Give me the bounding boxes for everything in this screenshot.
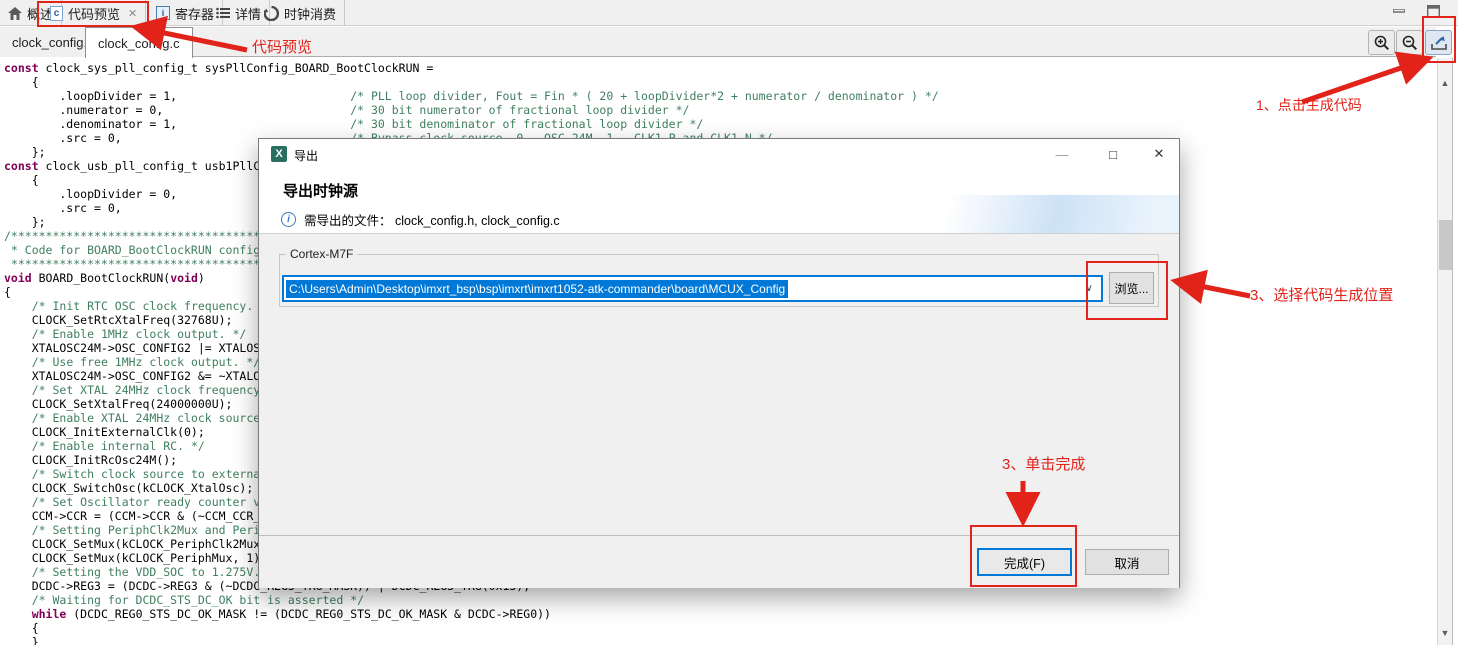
tab-code-preview[interactable]: c 代码预览 ✕ [42,0,146,26]
dialog-footer: 完成(F) 取消 [259,535,1179,588]
home-icon [8,7,22,20]
browse-button[interactable]: 浏览... [1109,272,1154,304]
dialog-app-icon: X [271,146,287,162]
file-tab-clock-config-c[interactable]: clock_config.c [85,27,193,58]
group-label: Cortex-M7F [286,247,357,261]
dialog-titlebar[interactable]: X 导出 — □ ✕ [259,139,1179,169]
c-file-icon: c [50,6,63,21]
view-maximize-icon[interactable] [1424,3,1442,19]
header-decoration [869,195,1179,234]
dialog-title: 导出 [294,147,318,164]
zoom-in-icon [1374,35,1390,51]
output-path-value: C:\Users\Admin\Desktop\imxrt_bsp\bsp\imx… [286,280,788,298]
dialog-maximize-button[interactable]: □ [1097,143,1129,165]
dialog-wizard-header: 导出时钟源 i 需导出的文件： clock_config.h, clock_co… [259,169,1179,234]
vertical-scrollbar[interactable]: ▲ ▼ [1437,58,1453,645]
dialog-close-button[interactable]: ✕ [1143,143,1175,165]
view-minimize-icon[interactable] [1390,3,1408,19]
file-tab-label: clock_config.h [12,35,94,50]
app-window: 概述 c 代码预览 ✕ i 寄存器 详情 时钟消费 [0,0,1458,645]
scrollbar-thumb[interactable] [1439,220,1452,270]
export-dialog: X 导出 — □ ✕ 导出时钟源 i 需导出的文件： clock_config.… [258,138,1180,588]
registers-icon: i [156,6,170,20]
scroll-down-icon[interactable]: ▼ [1438,626,1452,640]
tab-clock-consumers-label: 时钟消费 [284,4,336,23]
tab-clock-consumers[interactable]: 时钟消费 [256,0,345,26]
view-tab-toolbar: 概述 c 代码预览 ✕ i 寄存器 详情 时钟消费 [0,0,1458,26]
zoom-out-icon [1402,35,1418,51]
scroll-up-icon[interactable]: ▲ [1438,76,1452,90]
file-tab-label: clock_config.c [98,36,180,51]
dialog-minimize-button[interactable]: — [1046,143,1078,165]
zoom-out-button[interactable] [1396,30,1423,55]
close-icon[interactable]: ✕ [128,7,137,20]
tab-code-preview-label: 代码预览 [68,4,120,23]
info-icon: i [281,212,296,227]
dialog-heading: 导出时钟源 [283,180,358,201]
zoom-in-button[interactable] [1368,30,1395,55]
export-files-info: 需导出的文件： clock_config.h, clock_config.c [304,210,560,229]
export-code-icon [1430,35,1448,51]
file-tab-bar: clock_config.h clock_config.c [0,27,1436,57]
generate-code-button[interactable] [1425,30,1452,55]
dialog-content: Cortex-M7F C:\Users\Admin\Desktop\imxrt_… [259,234,1179,535]
finish-button[interactable]: 完成(F) [977,548,1072,576]
details-icon [216,7,230,19]
clock-consumers-icon [264,6,279,21]
output-path-combobox[interactable]: C:\Users\Admin\Desktop\imxrt_bsp\bsp\imx… [282,275,1103,302]
cancel-button[interactable]: 取消 [1085,549,1169,575]
chevron-down-icon[interactable]: ∨ [1079,279,1099,298]
